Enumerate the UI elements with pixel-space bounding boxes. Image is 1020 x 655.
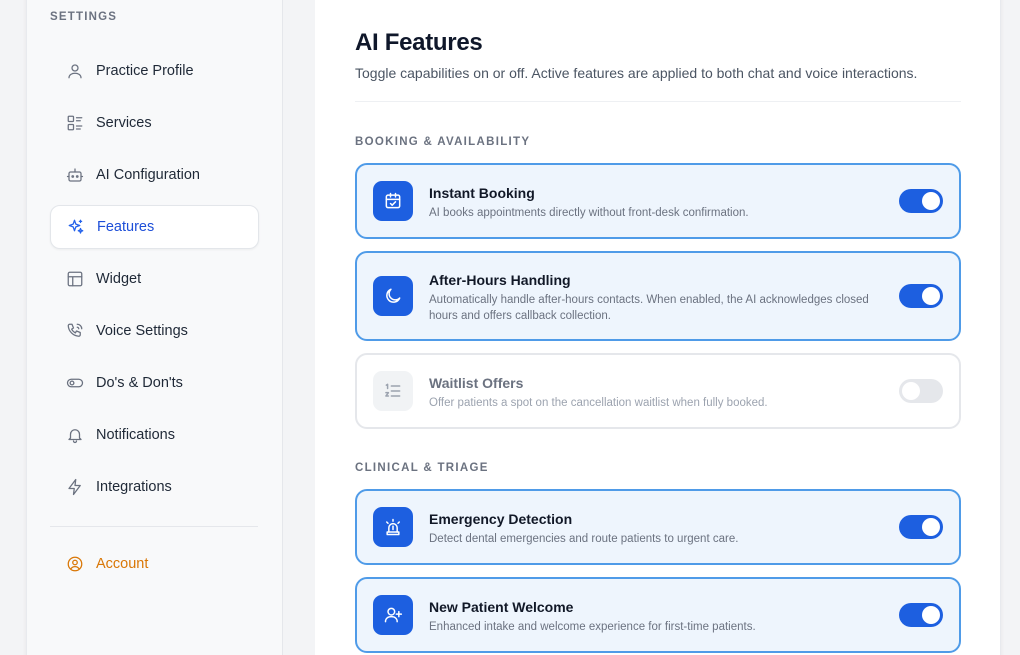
siren-icon [373, 507, 413, 547]
features-panel: AI Features Toggle capabilities on or of… [315, 0, 1000, 655]
toggle-knob [922, 606, 940, 624]
feature-description: Offer patients a spot on the cancellatio… [429, 397, 768, 409]
feature-card-new-patient-welcome: New Patient Welcome Enhanced intake and … [355, 577, 961, 653]
sidebar-item-label: AI Configuration [96, 167, 200, 183]
sparkles-icon [67, 218, 85, 236]
sidebar-item-widget[interactable]: Widget [50, 257, 259, 301]
toggle-knob [902, 382, 920, 400]
sidebar-item-dos-donts[interactable]: Do's & Don'ts [50, 361, 259, 405]
feature-name: After-Hours Handling [429, 272, 571, 288]
bolt-icon [66, 478, 84, 496]
user-icon [66, 62, 84, 80]
sidebar-item-notifications[interactable]: Notifications [50, 413, 259, 457]
new-patient-welcome-toggle[interactable] [899, 603, 943, 627]
header-divider [355, 101, 961, 102]
waitlist-toggle[interactable] [899, 379, 943, 403]
sidebar-divider [50, 526, 258, 527]
moon-icon [373, 276, 413, 316]
feature-card-emergency-detection: Emergency Detection Detect dental emerge… [355, 489, 961, 565]
feature-name: Instant Booking [429, 185, 535, 201]
sidebar-item-integrations[interactable]: Integrations [50, 465, 259, 509]
sidebar-item-label: Features [97, 219, 155, 235]
sidebar-item-label: Widget [96, 271, 142, 287]
toggle-knob [922, 287, 940, 305]
page-subtitle: Toggle capabilities on or off. Active fe… [355, 65, 918, 81]
sidebar-title: SETTINGS [50, 11, 118, 23]
sidebar-item-label: Services [96, 115, 152, 131]
feature-name: Emergency Detection [429, 511, 573, 527]
calendar-check-icon [373, 181, 413, 221]
feature-card-waitlist: Waitlist Offers Offer patients a spot on… [355, 353, 961, 429]
sidebar-item-label: Notifications [96, 427, 175, 443]
user-plus-icon [373, 595, 413, 635]
feature-name: Waitlist Offers [429, 375, 524, 391]
emergency-detection-toggle[interactable] [899, 515, 943, 539]
section-label-booking: BOOKING & AVAILABILITY [355, 136, 531, 148]
sidebar-item-account[interactable]: Account [50, 542, 259, 586]
feature-description: Detect dental emergencies and route pati… [429, 533, 739, 545]
sidebar-item-label: Practice Profile [96, 63, 194, 79]
robot-icon [66, 166, 84, 184]
sidebar-item-services[interactable]: Services [50, 101, 259, 145]
after-hours-toggle[interactable] [899, 284, 943, 308]
list-icon [66, 114, 84, 132]
feature-card-after-hours: After-Hours Handling Automatically handl… [355, 251, 961, 341]
account-circle-icon [66, 555, 84, 573]
section-label-clinical: CLINICAL & TRIAGE [355, 462, 489, 474]
sidebar-item-practice-profile[interactable]: Practice Profile [50, 49, 259, 93]
feature-description: AI books appointments directly without f… [429, 207, 749, 219]
sidebar-item-label: Account [96, 556, 149, 572]
phone-icon [66, 322, 84, 340]
numbered-list-icon [373, 371, 413, 411]
sidebar-item-label: Do's & Don'ts [96, 375, 183, 391]
sidebar-item-label: Integrations [96, 479, 172, 495]
toggle-knob [922, 192, 940, 210]
toggle-knob [922, 518, 940, 536]
feature-description: Enhanced intake and welcome experience f… [429, 621, 756, 633]
toggle-icon [66, 374, 84, 392]
sidebar-item-ai-configuration[interactable]: AI Configuration [50, 153, 259, 197]
feature-card-instant-booking: Instant Booking AI books appointments di… [355, 163, 961, 239]
sidebar-item-features[interactable]: Features [50, 205, 259, 249]
sidebar-item-label: Voice Settings [96, 323, 188, 339]
settings-card: SETTINGS Practice Profile Services AI Co… [26, 0, 1001, 655]
layout-icon [66, 270, 84, 288]
settings-sidebar: SETTINGS Practice Profile Services AI Co… [27, 0, 283, 655]
instant-booking-toggle[interactable] [899, 189, 943, 213]
sidebar-item-voice-settings[interactable]: Voice Settings [50, 309, 259, 353]
feature-description: Automatically handle after-hours contact… [429, 294, 869, 322]
feature-name: New Patient Welcome [429, 599, 574, 615]
bell-icon [66, 426, 84, 444]
content-gutter [283, 0, 315, 655]
page-title: AI Features [355, 29, 483, 56]
